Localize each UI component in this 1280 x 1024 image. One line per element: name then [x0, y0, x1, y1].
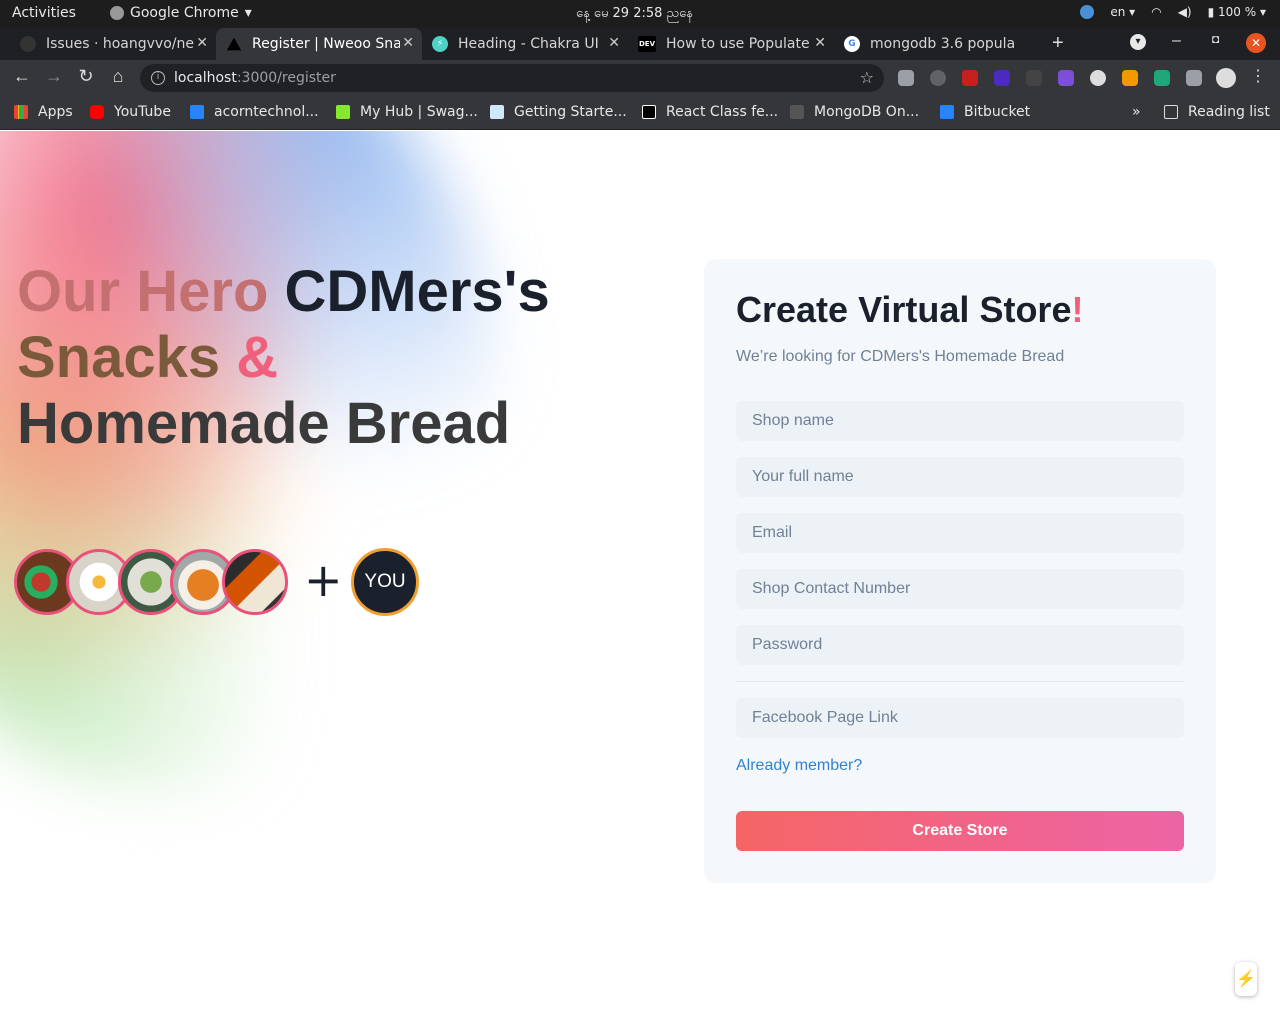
tab-google-mongodb[interactable]: G mongodb 3.6 popula [834, 28, 1040, 60]
reload-icon[interactable]: ↻ [74, 66, 98, 87]
form-divider [736, 681, 1184, 682]
feather-extension-icon[interactable] [1058, 70, 1074, 86]
you-avatar: YOU [351, 548, 419, 616]
close-window-button[interactable]: ✕ [1246, 33, 1266, 53]
nextjs-indicator-icon[interactable]: ⚡ [1235, 962, 1257, 996]
address-bar[interactable]: i localhost:3000/register ☆ [140, 64, 884, 92]
close-icon[interactable]: ✕ [814, 35, 826, 51]
wifi-icon: ◠ [1151, 5, 1162, 19]
browser-toolbar: ← → ↻ ⌂ i localhost:3000/register ☆ ⋮ [0, 60, 1280, 96]
tab-register[interactable]: Register | Nweoo Sna ✕ [216, 28, 422, 60]
face-extension-icon[interactable] [1090, 70, 1106, 86]
page-content: Our Hero CDMers's Snacks & Homemade Brea… [0, 131, 1280, 1024]
facebook-link-input[interactable] [736, 698, 1184, 738]
new-tab-button[interactable]: + [1052, 32, 1064, 55]
create-store-form: Create Virtual Store! We’re looking for … [704, 259, 1216, 883]
hero-heading: Our Hero CDMers's Snacks & Homemade Brea… [17, 259, 550, 456]
full-name-input[interactable] [736, 457, 1184, 497]
tab-strip: Issues · hoangvvo/ne ✕ Register | Nweoo … [0, 28, 1280, 60]
swagger-icon [336, 105, 350, 119]
user-status-icon [1080, 5, 1095, 19]
gradient-background [0, 131, 500, 791]
bookmark-react-class[interactable]: React Class fe... [642, 104, 778, 120]
contact-number-input[interactable] [736, 569, 1184, 609]
chrome-icon [110, 6, 124, 20]
close-icon[interactable]: ✕ [196, 35, 208, 51]
doc-icon [490, 105, 504, 119]
google-icon: G [844, 36, 860, 52]
clock[interactable]: နေ့ မေ 29 2:58 ညနေ [576, 5, 693, 24]
back-arrow-icon[interactable]: ← [10, 66, 34, 87]
forward-arrow-icon[interactable]: → [42, 66, 66, 87]
dev-icon: DEV [638, 36, 656, 52]
bookmarks-overflow-button[interactable]: » [1132, 104, 1141, 120]
already-member-link[interactable]: Already member? [736, 757, 862, 775]
tab-github-issues[interactable]: Issues · hoangvvo/ne ✕ [10, 28, 216, 60]
create-store-button[interactable]: Create Store [736, 811, 1184, 851]
bookmark-mongodb[interactable]: MongoDB On... [790, 104, 919, 120]
chevron-down-icon: ▾ [244, 5, 252, 21]
apps-grid-icon [14, 105, 28, 119]
shop-name-input[interactable] [736, 401, 1184, 441]
youtube-icon [90, 105, 104, 119]
close-icon[interactable]: ✕ [402, 35, 414, 51]
bookmark-star-icon[interactable]: ☆ [860, 64, 874, 92]
tab-chakra-heading[interactable]: ⚡ Heading - Chakra UI ✕ [422, 28, 628, 60]
shield-extension-icon[interactable] [1154, 70, 1170, 86]
form-subtitle: We’re looking for CDMers's Homemade Brea… [736, 348, 1065, 365]
reading-list-icon [1164, 105, 1178, 119]
volume-icon: ◀) [1177, 5, 1192, 19]
food-avatar [222, 549, 288, 615]
minimize-button[interactable]: – [1172, 32, 1181, 50]
close-icon[interactable]: ✕ [608, 35, 620, 51]
bookmark-my-hub[interactable]: My Hub | Swag... [336, 104, 478, 120]
activities-button[interactable]: Activities [12, 5, 76, 21]
jira-icon [190, 105, 204, 119]
bookmark-acorntechnol[interactable]: acorntechnol... [190, 104, 319, 120]
medium-icon [642, 105, 656, 119]
bookmarks-bar: Apps YouTube acorntechnol... My Hub | Sw… [0, 96, 1280, 130]
menu-kebab-icon[interactable]: ⋮ [1246, 66, 1270, 86]
maximize-button[interactable]: ◘ [1212, 32, 1219, 46]
nextjs-icon [226, 37, 242, 51]
app-menu[interactable]: Google Chrome ▾ [110, 5, 252, 21]
off-extension-icon[interactable] [1122, 70, 1138, 86]
target-extension-icon[interactable] [930, 70, 946, 86]
tab-dev-populate[interactable]: DEV How to use Populate ✕ [628, 28, 834, 60]
language-indicator[interactable]: en ▾ [1110, 5, 1135, 19]
tab-search-icon[interactable]: ▾ [1130, 34, 1146, 50]
badge-17-extension-icon[interactable] [994, 70, 1010, 86]
screenshot-extension-icon[interactable] [898, 70, 914, 86]
json-extension-icon[interactable] [1026, 70, 1042, 86]
system-tray[interactable]: en ▾ ◠ ◀) ▮ 100 % ▾ [1080, 5, 1266, 19]
chakra-icon: ⚡ [432, 36, 448, 52]
bookmark-bitbucket[interactable]: Bitbucket [940, 104, 1030, 120]
reading-list-button[interactable]: Reading list [1164, 104, 1270, 120]
bookmark-apps[interactable]: Apps [14, 104, 73, 120]
bookmark-getting-started[interactable]: Getting Starte... [490, 104, 627, 120]
site-info-icon[interactable]: i [151, 71, 165, 85]
app-name: Google Chrome [130, 5, 239, 21]
form-title: Create Virtual Store! [736, 289, 1084, 330]
password-input[interactable] [736, 625, 1184, 665]
battery-indicator: ▮ 100 % ▾ [1207, 5, 1266, 19]
os-top-bar: Activities Google Chrome ▾ နေ့ မေ 29 2:5… [0, 0, 1280, 28]
puzzle-extensions-icon[interactable] [1186, 70, 1202, 86]
avatar-group [14, 548, 288, 616]
home-icon[interactable]: ⌂ [106, 66, 130, 87]
github-icon [20, 36, 36, 52]
email-input[interactable] [736, 513, 1184, 553]
profile-avatar-icon[interactable] [1216, 68, 1236, 88]
bitbucket-icon [940, 105, 954, 119]
plus-icon: + [304, 553, 343, 607]
game-extension-icon[interactable] [962, 70, 978, 86]
braces-icon [790, 105, 804, 119]
bookmark-youtube[interactable]: YouTube [90, 104, 171, 120]
